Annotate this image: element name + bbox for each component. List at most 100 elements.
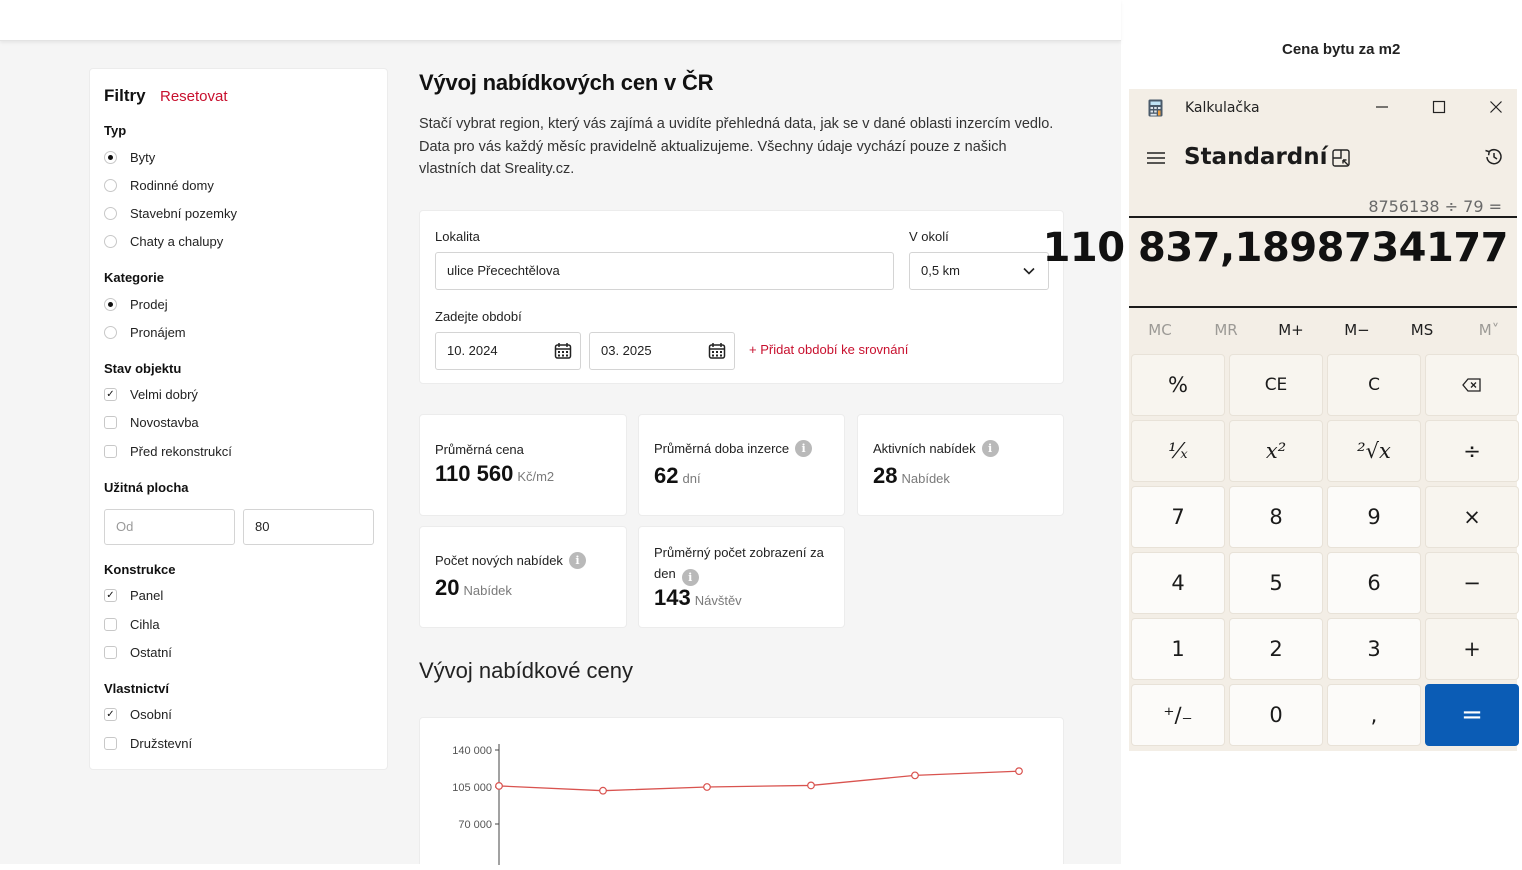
period-to-input[interactable]: 03. 2025: [589, 332, 735, 370]
checkbox[interactable]: [104, 415, 117, 429]
stat-card-active-listings: Aktivních nabídek i 28 Nabídek: [857, 414, 1064, 516]
data-point: [495, 782, 503, 790]
digit-7-key[interactable]: 7: [1131, 486, 1225, 548]
stat-unit: Návštěv: [694, 593, 742, 608]
page-description: Stačí vybrat region, který vás zajímá a …: [419, 116, 1054, 177]
radio-type-rodinne-domy[interactable]: Rodinné domy: [104, 176, 214, 194]
digit-6-key[interactable]: 6: [1327, 552, 1421, 614]
checkbox-checked[interactable]: ✓: [104, 707, 117, 721]
radio-category-pronajem[interactable]: Pronájem: [104, 323, 186, 341]
option-label: Byty: [130, 149, 156, 165]
digit-3-key[interactable]: 3: [1327, 618, 1421, 680]
checkbox-construction-panel[interactable]: ✓ Panel: [104, 586, 163, 604]
checkbox-condition-velmi-dobry[interactable]: ✓ Velmi dobrý: [104, 385, 198, 403]
radio-type-stavebni-pozemky[interactable]: Stavební pozemky: [104, 204, 237, 222]
radio-indicator[interactable]: [104, 178, 117, 192]
square-key[interactable]: x²: [1229, 420, 1323, 482]
info-icon[interactable]: i: [981, 440, 999, 457]
digit-8-key[interactable]: 8: [1229, 486, 1323, 548]
checkbox-ownership-druzstevni[interactable]: Družstevní: [104, 734, 192, 752]
close-icon: [1490, 101, 1502, 113]
y-axis-tick-label: 140 000: [452, 745, 492, 757]
checkbox-construction-cihla[interactable]: Cihla: [104, 615, 160, 633]
option-label: Velmi dobrý: [130, 386, 198, 402]
radio-selected-indicator[interactable]: [104, 297, 117, 311]
stat-label: Průměrný počet zobrazení za den i: [654, 542, 839, 586]
radius-select[interactable]: 0,5 km: [909, 252, 1049, 290]
calendar-icon[interactable]: [554, 342, 572, 360]
checkbox[interactable]: [104, 617, 117, 631]
info-icon[interactable]: i: [795, 440, 813, 457]
option-label: Družstevní: [130, 735, 193, 751]
area-from-input[interactable]: Od: [104, 509, 235, 545]
y-axis-tick-label: 105 000: [452, 782, 492, 794]
digit-4-key[interactable]: 4: [1131, 552, 1225, 614]
radio-type-byty[interactable]: Byty: [104, 148, 155, 166]
multiply-key[interactable]: ×: [1425, 486, 1519, 548]
history-icon[interactable]: [1483, 146, 1505, 168]
memory-clear-button[interactable]: MC: [1130, 321, 1190, 339]
decimal-comma-key[interactable]: ,: [1327, 684, 1421, 746]
hamburger-menu-icon[interactable]: [1146, 150, 1166, 166]
checkbox-condition-pred-rekonstrukci[interactable]: Před rekonstrukcí: [104, 442, 232, 460]
close-button[interactable]: [1478, 95, 1514, 119]
radio-indicator[interactable]: [104, 325, 117, 339]
info-icon[interactable]: i: [568, 552, 586, 569]
checkbox-ownership-osobni[interactable]: ✓ Osobní: [104, 705, 172, 723]
data-point: [911, 771, 919, 780]
reset-filters-link[interactable]: Resetovat: [160, 88, 228, 105]
filters-panel: Filtry Resetovat Typ Byty Rodinné domy S…: [89, 68, 388, 770]
digit-5-key[interactable]: 5: [1229, 552, 1323, 614]
filter-category-heading: Kategorie: [104, 270, 164, 285]
keep-on-top-icon[interactable]: [1331, 148, 1351, 168]
backspace-icon: [1462, 378, 1481, 392]
location-input[interactable]: ulice Přecechtělova: [435, 252, 894, 290]
negate-key[interactable]: ⁺∕₋: [1131, 684, 1225, 746]
digit-0-key[interactable]: 0: [1229, 684, 1323, 746]
percent-key[interactable]: %: [1131, 354, 1225, 416]
checkbox[interactable]: [104, 444, 117, 458]
radio-indicator[interactable]: [104, 234, 117, 248]
clear-entry-key[interactable]: CE: [1229, 354, 1323, 416]
maximize-button[interactable]: [1421, 95, 1457, 119]
digit-2-key[interactable]: 2: [1229, 618, 1323, 680]
radio-type-chaty[interactable]: Chaty a chalupy: [104, 232, 223, 250]
clear-key[interactable]: C: [1327, 354, 1421, 416]
square-root-key[interactable]: ²√x: [1327, 420, 1421, 482]
info-icon[interactable]: i: [681, 569, 699, 586]
checkbox-checked[interactable]: ✓: [104, 588, 117, 602]
backspace-key[interactable]: [1425, 354, 1519, 416]
memory-subtract-button[interactable]: M−: [1327, 321, 1387, 339]
option-label: Prodej: [130, 296, 168, 312]
period-from-value: 10. 2024: [447, 343, 498, 358]
stat-value: 28 Nabídek: [873, 463, 950, 489]
period-from-input[interactable]: 10. 2024: [435, 332, 581, 370]
period-label: Zadejte období: [435, 309, 522, 324]
checkbox-condition-novostavba[interactable]: Novostavba: [104, 413, 199, 431]
filter-area-heading: Užitná plocha: [104, 480, 189, 495]
equals-key[interactable]: =: [1425, 684, 1519, 746]
area-to-input[interactable]: 80: [243, 509, 374, 545]
calendar-icon[interactable]: [708, 342, 726, 360]
checkbox[interactable]: [104, 645, 117, 659]
checkbox-construction-ostatni[interactable]: Ostatní: [104, 643, 172, 661]
chevron-down-icon: [1023, 267, 1035, 275]
memory-list-button[interactable]: M˅: [1459, 321, 1519, 339]
memory-add-button[interactable]: M+: [1261, 321, 1321, 339]
add-period-link[interactable]: + Přidat období ke srovnání: [749, 342, 908, 357]
stat-value: 62 dní: [654, 463, 701, 489]
plus-key[interactable]: +: [1425, 618, 1519, 680]
memory-store-button[interactable]: MS: [1392, 321, 1452, 339]
digit-1-key[interactable]: 1: [1131, 618, 1225, 680]
digit-9-key[interactable]: 9: [1327, 486, 1421, 548]
radio-selected-indicator[interactable]: [104, 150, 117, 164]
minimize-button[interactable]: [1364, 95, 1400, 119]
minus-key[interactable]: −: [1425, 552, 1519, 614]
divide-key[interactable]: ÷: [1425, 420, 1519, 482]
radio-indicator[interactable]: [104, 206, 117, 220]
reciprocal-key[interactable]: ¹⁄ₓ: [1131, 420, 1225, 482]
checkbox-checked[interactable]: ✓: [104, 387, 117, 401]
memory-recall-button[interactable]: MR: [1196, 321, 1256, 339]
checkbox[interactable]: [104, 736, 117, 750]
radio-category-prodej[interactable]: Prodej: [104, 295, 168, 313]
